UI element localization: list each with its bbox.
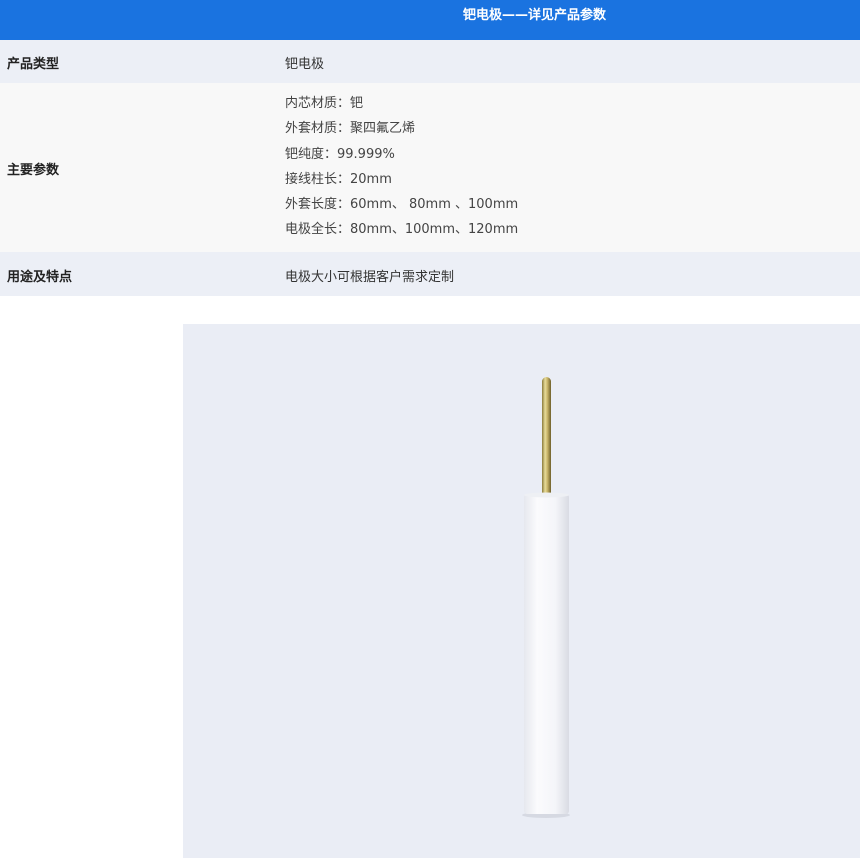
electrode-ptfe-sleeve: [524, 494, 569, 814]
electrode-sleeve-top: [524, 492, 569, 498]
param-sleeve-length: 外套长度：60mm、 80mm 、100mm: [285, 197, 519, 213]
product-type-label: 产品类型: [7, 57, 60, 72]
product-spec-page: 钯电极——详见产品参数 产品类型 钯电极 主要参数 内芯材质：钯 外套材质：聚四…: [0, 0, 860, 858]
param-purity: 钯纯度：99.999%: [285, 146, 395, 162]
main-params-list: 内芯材质：钯 外套材质：聚四氟乙烯 钯纯度：99.999% 接线柱长：20mm …: [285, 96, 518, 248]
product-type-value: 钯电极: [285, 57, 325, 72]
param-core-material: 内芯材质：钯: [285, 96, 364, 111]
palladium-electrode-illustration: [522, 377, 570, 818]
spec-row-main-params: 主要参数 内芯材质：钯 外套材质：聚四氟乙烯 钯纯度：99.999% 接线柱长：…: [0, 83, 860, 252]
param-sleeve-material: 外套材质：聚四氟乙烯: [285, 121, 416, 137]
spec-header-title: 钯电极——详见产品参数: [463, 8, 607, 23]
main-params-label: 主要参数: [7, 163, 60, 178]
param-terminal-length: 接线柱长：20mm: [285, 171, 392, 187]
spec-row-product-type: 产品类型 钯电极: [0, 40, 860, 83]
product-photo: [183, 324, 860, 858]
usage-label: 用途及特点: [7, 270, 73, 285]
usage-value: 电极大小可根据客户需求定制: [285, 270, 455, 285]
spec-row-usage: 用途及特点 电极大小可根据客户需求定制: [0, 252, 860, 296]
spec-header-bar: 钯电极——详见产品参数: [0, 0, 860, 40]
electrode-terminal-rod: [542, 377, 551, 501]
param-total-length: 电极全长：80mm、100mm、120mm: [285, 222, 519, 238]
